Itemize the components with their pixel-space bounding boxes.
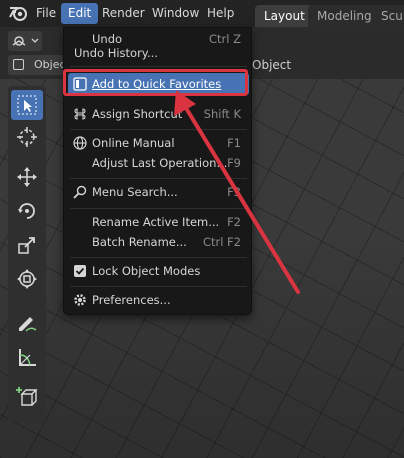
tool-cursor[interactable]: [11, 122, 43, 152]
tool-select-box[interactable]: [11, 90, 43, 120]
menu-rename-active-item-shortcut: F2: [227, 215, 241, 229]
menu-online-manual-shortcut: F1: [227, 136, 241, 150]
menu-separator: [70, 66, 247, 67]
menu-preferences-label: Preferences...: [92, 293, 171, 307]
tab-layout[interactable]: Layout: [255, 5, 314, 27]
menu-rename-active-item[interactable]: Rename Active Item... F2: [68, 211, 249, 233]
tab-modeling[interactable]: Modeling: [308, 5, 381, 27]
annotation-highlight-box: [63, 69, 248, 96]
menu-render[interactable]: Render: [95, 3, 152, 24]
tool-rotate[interactable]: [11, 196, 43, 226]
menu-adjust-last-operation[interactable]: Adjust Last Operation... F9: [68, 152, 249, 174]
select-box-icon: [17, 95, 37, 115]
object-mode-label: Objec: [34, 58, 66, 71]
menu-separator: [70, 257, 247, 258]
editor-type-icon: [12, 36, 39, 46]
rotate-icon: [18, 203, 35, 219]
menu-separator: [70, 129, 247, 130]
transform-icon: [17, 269, 37, 289]
menu-help[interactable]: Help: [200, 3, 241, 24]
menu-online-manual-label: Online Manual: [92, 136, 175, 150]
menu-assign-shortcut[interactable]: Assign Shortcut Shift K: [68, 103, 249, 125]
annotate-icon: [19, 317, 37, 332]
menu-adjust-last-operation-shortcut: F9: [227, 156, 241, 170]
tool-add-cube[interactable]: [11, 382, 43, 412]
menu-edit[interactable]: Edit: [61, 3, 99, 24]
menu-window[interactable]: Window: [145, 3, 206, 24]
object-mode-dropdown[interactable]: Objec: [8, 55, 66, 75]
menu-separator: [70, 178, 247, 179]
tool-annotate[interactable]: [11, 308, 43, 338]
tool-measure[interactable]: [11, 342, 43, 372]
menu-online-manual[interactable]: Online Manual F1: [68, 132, 249, 154]
menu-undo-history[interactable]: Undo History...: [68, 42, 249, 64]
menu-separator: [70, 286, 247, 287]
object-mode-icon: [13, 59, 24, 70]
tool-scale[interactable]: [11, 230, 43, 260]
keyboard-shortcut-icon: [74, 108, 86, 120]
menu-separator: [70, 208, 247, 209]
editor-type-button[interactable]: [8, 31, 42, 51]
tool-move[interactable]: [11, 162, 43, 192]
menu-preferences[interactable]: Preferences...: [68, 289, 249, 311]
menu-assign-shortcut-shortcut: Shift K: [203, 107, 241, 121]
search-icon: [73, 185, 87, 199]
blender-logo[interactable]: [8, 4, 28, 22]
tool-shelf: [8, 86, 46, 422]
tab-sculpting[interactable]: Scul: [372, 5, 404, 27]
menu-lock-object-modes[interactable]: Lock Object Modes: [68, 260, 249, 282]
menu-search-label: Menu Search...: [92, 185, 178, 199]
menu-file[interactable]: File: [29, 3, 63, 24]
top-menu-bar: File Edit Render Window Help Layout Mode…: [0, 0, 404, 27]
menu-batch-rename-label: Batch Rename...: [92, 235, 187, 249]
gear-icon: [74, 294, 86, 306]
globe-icon: [73, 136, 87, 150]
checkbox-checked-icon[interactable]: [72, 263, 88, 279]
object-menu[interactable]: Object: [252, 58, 291, 72]
tool-transform[interactable]: [11, 264, 43, 294]
menu-batch-rename[interactable]: Batch Rename... Ctrl F2: [68, 231, 249, 253]
menu-batch-rename-shortcut: Ctrl F2: [202, 235, 241, 249]
menu-search[interactable]: Menu Search... F3: [68, 181, 249, 203]
scale-icon: [18, 237, 35, 254]
measure-icon: [19, 349, 36, 366]
menu-undo-history-label: Undo History...: [74, 46, 158, 60]
menu-rename-active-item-label: Rename Active Item...: [92, 215, 220, 229]
menu-adjust-last-operation-label: Adjust Last Operation...: [92, 156, 228, 170]
move-icon: [17, 167, 37, 187]
menu-lock-object-modes-label: Lock Object Modes: [92, 264, 201, 278]
menu-search-shortcut: F3: [227, 185, 241, 199]
add-cube-icon: [16, 387, 38, 406]
menu-assign-shortcut-label: Assign Shortcut: [92, 107, 183, 121]
cursor-icon: [17, 127, 37, 147]
